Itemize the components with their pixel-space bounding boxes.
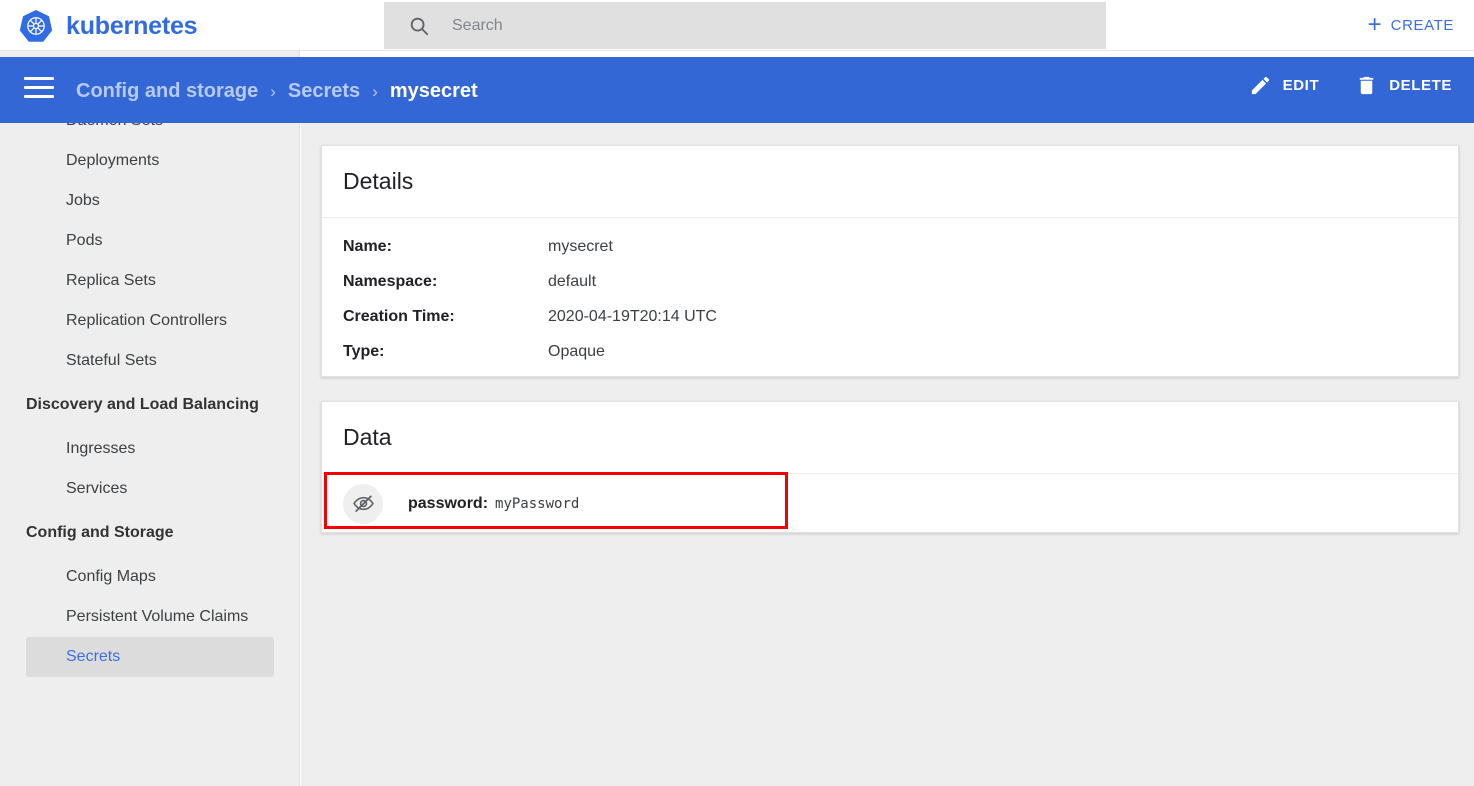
sidebar-scroll-container: Workloads Cron Jobs Daemon Sets Deployme… <box>0 51 300 677</box>
search-icon <box>408 15 430 37</box>
detail-row-name: Name: mysecret <box>343 237 1458 272</box>
sidebar-item-pods[interactable]: Pods <box>26 221 274 261</box>
data-entry-row[interactable]: password: myPassword <box>322 474 1458 533</box>
pencil-edit-icon <box>1249 74 1272 97</box>
chevron-right-icon: › <box>270 83 276 100</box>
data-entry-value: myPassword <box>495 496 579 512</box>
hamburger-bar <box>24 86 54 89</box>
data-entry-text: password: myPassword <box>408 495 579 513</box>
trash-delete-icon <box>1355 74 1378 97</box>
detail-label-namespace: Namespace: <box>343 272 548 292</box>
sidebar-item-services[interactable]: Services <box>26 469 274 509</box>
detail-row-type: Type: Opaque <box>343 342 1458 377</box>
sidebar-item-secrets[interactable]: Secrets <box>26 637 274 677</box>
breadcrumb-item-secrets[interactable]: Secrets <box>288 80 360 103</box>
breadcrumb-item-config-and-storage[interactable]: Config and storage <box>76 80 258 103</box>
delete-button-label: DELETE <box>1389 77 1452 94</box>
sidebar-item-jobs[interactable]: Jobs <box>26 181 274 221</box>
edit-button-label: EDIT <box>1283 77 1320 94</box>
detail-row-namespace: Namespace: default <box>343 272 1458 307</box>
detail-value-type: Opaque <box>548 342 605 362</box>
detail-value-namespace: default <box>548 272 596 292</box>
sidebar-item-stateful-sets[interactable]: Stateful Sets <box>26 341 274 381</box>
details-card-header: Details <box>322 146 1458 218</box>
detail-row-creation-time: Creation Time: 2020-04-19T20:14 UTC <box>343 307 1458 342</box>
details-card: Details Name: mysecret Namespace: defaul… <box>321 145 1459 377</box>
toolbar-actions: EDIT DELETE <box>1249 74 1452 97</box>
sidebar-item-deployments[interactable]: Deployments <box>26 141 274 181</box>
top-app-bar: kubernetes + CREATE <box>0 0 1474 51</box>
eye-off-visibility-icon[interactable] <box>343 484 383 524</box>
detail-value-name: mysecret <box>548 237 613 257</box>
chevron-right-icon: › <box>372 83 378 100</box>
detail-value-creation-time: 2020-04-19T20:14 UTC <box>548 307 717 327</box>
brand-logo-area[interactable]: kubernetes <box>18 5 197 47</box>
sidebar-section-discovery-and-load-balancing: Discovery and Load Balancing <box>0 381 300 429</box>
hamburger-menu-icon[interactable] <box>24 77 54 99</box>
detail-label-type: Type: <box>343 342 548 362</box>
delete-button[interactable]: DELETE <box>1355 74 1452 97</box>
sidebar-item-persistent-volume-claims[interactable]: Persistent Volume Claims <box>26 597 274 637</box>
sidebar-item-ingresses[interactable]: Ingresses <box>26 429 274 469</box>
detail-label-creation-time: Creation Time: <box>343 307 548 327</box>
details-card-title: Details <box>343 168 413 195</box>
kubernetes-helm-wheel-logo-icon <box>18 8 54 44</box>
breadcrumb: Config and storage › Secrets › mysecret <box>76 78 478 104</box>
main-content: Details Name: mysecret Namespace: defaul… <box>301 123 1474 786</box>
hamburger-bar <box>24 95 54 98</box>
data-card: Data password: myPassword <box>321 401 1459 533</box>
detail-label-name: Name: <box>343 237 548 257</box>
data-entry-key: password: <box>408 495 488 513</box>
sidebar-item-config-maps[interactable]: Config Maps <box>26 557 274 597</box>
sidebar-navigation[interactable]: Workloads Cron Jobs Daemon Sets Deployme… <box>0 51 300 786</box>
search-bar[interactable] <box>384 2 1106 49</box>
create-button-label: CREATE <box>1391 17 1454 34</box>
breadcrumb-item-current: mysecret <box>390 80 478 103</box>
hamburger-bar <box>24 77 54 80</box>
sidebar-item-replica-sets[interactable]: Replica Sets <box>26 261 274 301</box>
create-button[interactable]: + CREATE <box>1368 9 1454 41</box>
brand-name: kubernetes <box>66 14 197 39</box>
plus-icon: + <box>1368 13 1382 37</box>
details-card-body: Name: mysecret Namespace: default Creati… <box>322 218 1458 377</box>
sidebar-section-config-and-storage: Config and Storage <box>0 509 300 557</box>
sidebar-item-replication-controllers[interactable]: Replication Controllers <box>26 301 274 341</box>
search-input[interactable] <box>452 11 1052 41</box>
data-card-title: Data <box>343 424 392 451</box>
data-card-header: Data <box>322 402 1458 474</box>
edit-button[interactable]: EDIT <box>1249 74 1320 97</box>
